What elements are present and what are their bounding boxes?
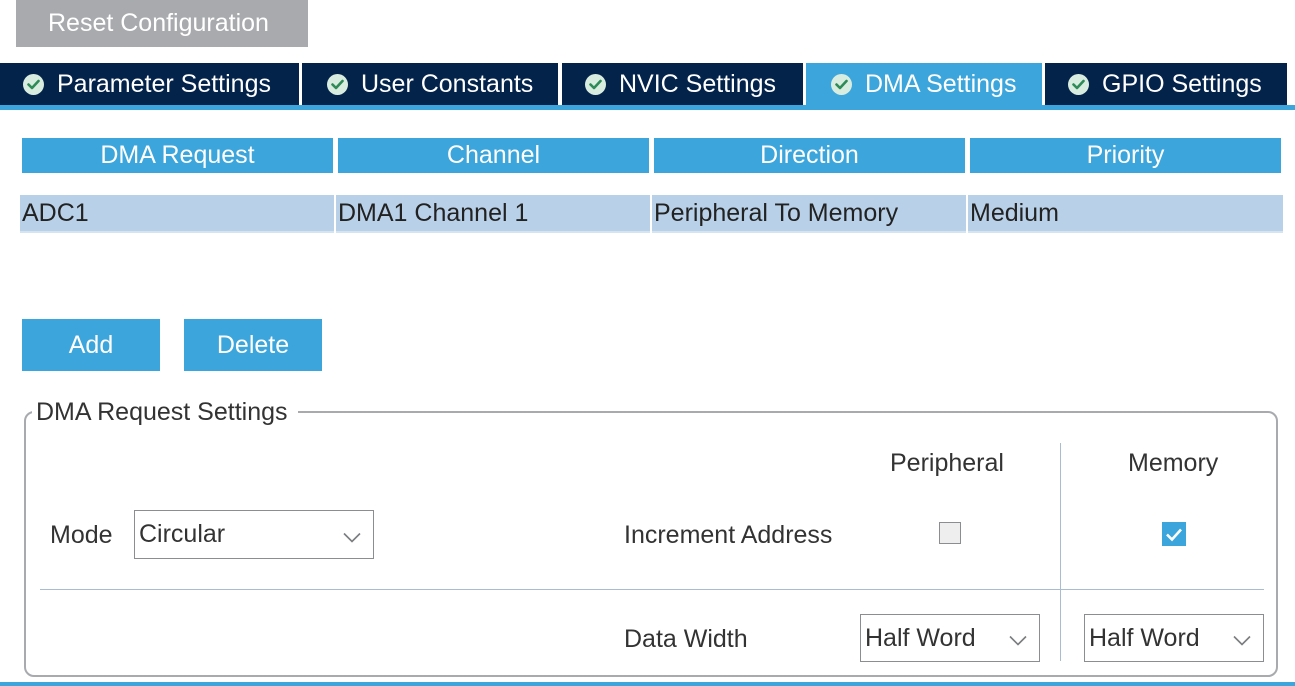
column-divider — [1060, 443, 1061, 661]
memory-data-width-select[interactable]: Half Word — [1084, 614, 1264, 662]
cell-direction[interactable]: Peripheral To Memory — [652, 195, 966, 233]
bottom-accent-strip — [0, 682, 1295, 686]
row-divider — [40, 589, 1264, 590]
column-header-dma-request[interactable]: DMA Request — [22, 138, 333, 173]
tab-label: User Constants — [361, 69, 534, 98]
chevron-down-icon — [1233, 624, 1251, 653]
column-header-channel[interactable]: Channel — [338, 138, 649, 173]
chevron-down-icon — [343, 520, 361, 549]
mode-select[interactable]: Circular — [134, 510, 374, 559]
settings-legend: DMA Request Settings — [32, 398, 298, 427]
memory-column-header: Memory — [1128, 449, 1219, 477]
cell-priority[interactable]: Medium — [968, 195, 1283, 233]
chevron-down-icon — [1009, 624, 1027, 653]
peripheral-data-width-select[interactable]: Half Word — [860, 614, 1040, 662]
check-circle-icon — [23, 73, 44, 95]
check-circle-icon — [327, 73, 348, 95]
tab-user-constants[interactable]: User Constants — [302, 63, 558, 105]
delete-button[interactable]: Delete — [184, 319, 322, 371]
add-button[interactable]: Add — [22, 319, 160, 371]
tab-dma-settings[interactable]: DMA Settings — [806, 63, 1042, 105]
peripheral-data-width-value: Half Word — [865, 623, 976, 652]
mode-label: Mode — [50, 521, 113, 549]
tab-label: Parameter Settings — [57, 69, 271, 98]
tab-underline — [0, 105, 1295, 110]
check-circle-icon — [585, 73, 606, 95]
data-width-label: Data Width — [624, 625, 748, 653]
checkmark-icon — [1166, 528, 1182, 541]
memory-increment-checkbox[interactable] — [1162, 522, 1186, 546]
check-circle-icon — [831, 73, 852, 95]
check-circle-icon — [1068, 73, 1089, 95]
tab-label: NVIC Settings — [619, 69, 777, 98]
tab-gpio-settings[interactable]: GPIO Settings — [1045, 63, 1287, 105]
peripheral-increment-checkbox[interactable] — [939, 522, 961, 544]
tab-nvic-settings[interactable]: NVIC Settings — [562, 63, 803, 105]
cell-channel[interactable]: DMA1 Channel 1 — [336, 195, 650, 233]
increment-address-label: Increment Address — [624, 521, 833, 549]
tab-parameter-settings[interactable]: Parameter Settings — [0, 63, 299, 105]
column-header-direction[interactable]: Direction — [654, 138, 965, 173]
memory-data-width-value: Half Word — [1089, 623, 1200, 652]
peripheral-column-header: Peripheral — [890, 449, 1004, 477]
cell-dma-request[interactable]: ADC1 — [20, 195, 334, 233]
column-header-priority[interactable]: Priority — [970, 138, 1281, 173]
mode-select-value: Circular — [139, 520, 226, 548]
tab-bar: Parameter Settings User Constants NVIC S… — [0, 63, 1295, 105]
reset-configuration-button[interactable]: Reset Configuration — [16, 0, 308, 47]
tab-label: GPIO Settings — [1102, 69, 1262, 98]
tab-label: DMA Settings — [865, 69, 1017, 98]
